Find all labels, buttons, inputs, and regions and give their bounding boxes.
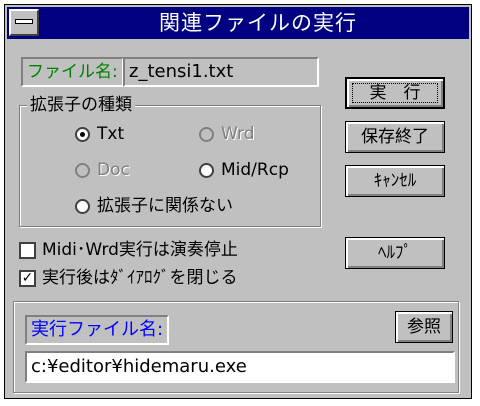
checkbox-checked-icon: ✓ <box>19 269 36 287</box>
radio-mid-rcp[interactable]: Mid/Rcp <box>199 157 289 183</box>
executable-path-input[interactable]: c:¥editor¥hidemaru.exe <box>25 351 455 383</box>
checkbox-close-dialog[interactable]: ✓ 実行後はﾀﾞｲｱﾛｸﾞを閉じる <box>19 265 238 291</box>
executable-name-label: 実行ファイル名: <box>25 315 170 345</box>
system-menu-icon <box>15 19 33 24</box>
checkbox-stop-playback[interactable]: Midi･Wrd実行は演奏停止 <box>19 237 238 263</box>
radio-unchecked-icon <box>75 198 90 214</box>
window-title: 関連ファイルの実行 <box>159 11 357 35</box>
extension-type-group-label: 拡張子の種類 <box>27 93 135 117</box>
checkbox-unchecked-icon <box>19 241 36 259</box>
radio-unchecked-icon <box>75 162 90 178</box>
run-button[interactable]: 実 行 <box>345 77 445 109</box>
browse-button[interactable]: 参照 <box>395 311 453 343</box>
help-button[interactable]: ﾍﾙﾌﾟ <box>345 237 445 269</box>
system-menu-button[interactable] <box>9 9 39 36</box>
radio-unchecked-icon <box>199 162 214 178</box>
title-bar: 関連ファイルの実行 <box>7 7 469 39</box>
radio-checked-icon <box>75 126 90 142</box>
radio-txt[interactable]: Txt <box>75 121 124 147</box>
radio-doc[interactable]: Doc <box>75 157 130 183</box>
file-name-value: z_tensi1.txt <box>123 57 319 87</box>
cancel-button[interactable]: ｷｬﾝｾﾙ <box>345 165 445 197</box>
radio-wrd[interactable]: Wrd <box>199 121 255 147</box>
radio-unchecked-icon <box>199 126 214 142</box>
file-name-label: ファイル名: <box>21 57 124 87</box>
save-and-exit-button[interactable]: 保存終了 <box>345 121 445 153</box>
radio-any-extension[interactable]: 拡張子に関係ない <box>75 193 233 219</box>
dialog-window: 関連ファイルの実行 ファイル名: z_tensi1.txt 拡張子の種類 Txt… <box>4 4 472 399</box>
